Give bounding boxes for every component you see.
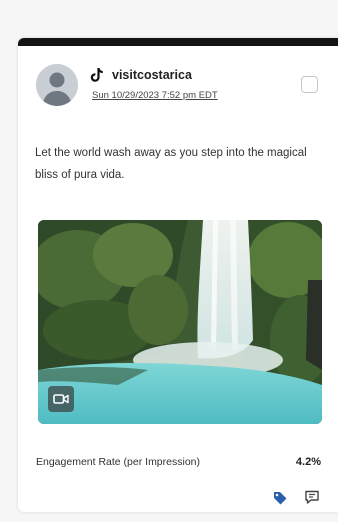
tag-icon[interactable] (272, 490, 288, 506)
post-media-thumbnail[interactable] (38, 220, 322, 424)
post-date-link[interactable]: Sun 10/29/2023 7:52 pm EDT (92, 90, 218, 101)
tiktok-icon (90, 68, 103, 82)
card-top-bar (18, 38, 338, 46)
account-name[interactable]: visitcostarica (112, 68, 192, 82)
avatar[interactable] (36, 64, 78, 106)
select-checkbox[interactable] (301, 76, 318, 93)
metric-label: Engagement Rate (per Impression) (36, 456, 200, 468)
comment-icon[interactable] (304, 489, 320, 505)
post-card[interactable]: visitcostarica Sun 10/29/2023 7:52 pm ED… (18, 38, 338, 512)
waterfall-image (38, 220, 322, 424)
account-row: visitcostarica (90, 66, 192, 84)
post-caption: Let the world wash away as you step into… (35, 147, 307, 181)
user-avatar-icon (36, 64, 78, 106)
engagement-metric-row: Engagement Rate (per Impression) 4.2% (36, 456, 321, 468)
metric-value: 4.2% (295, 456, 321, 468)
video-icon (48, 386, 74, 412)
